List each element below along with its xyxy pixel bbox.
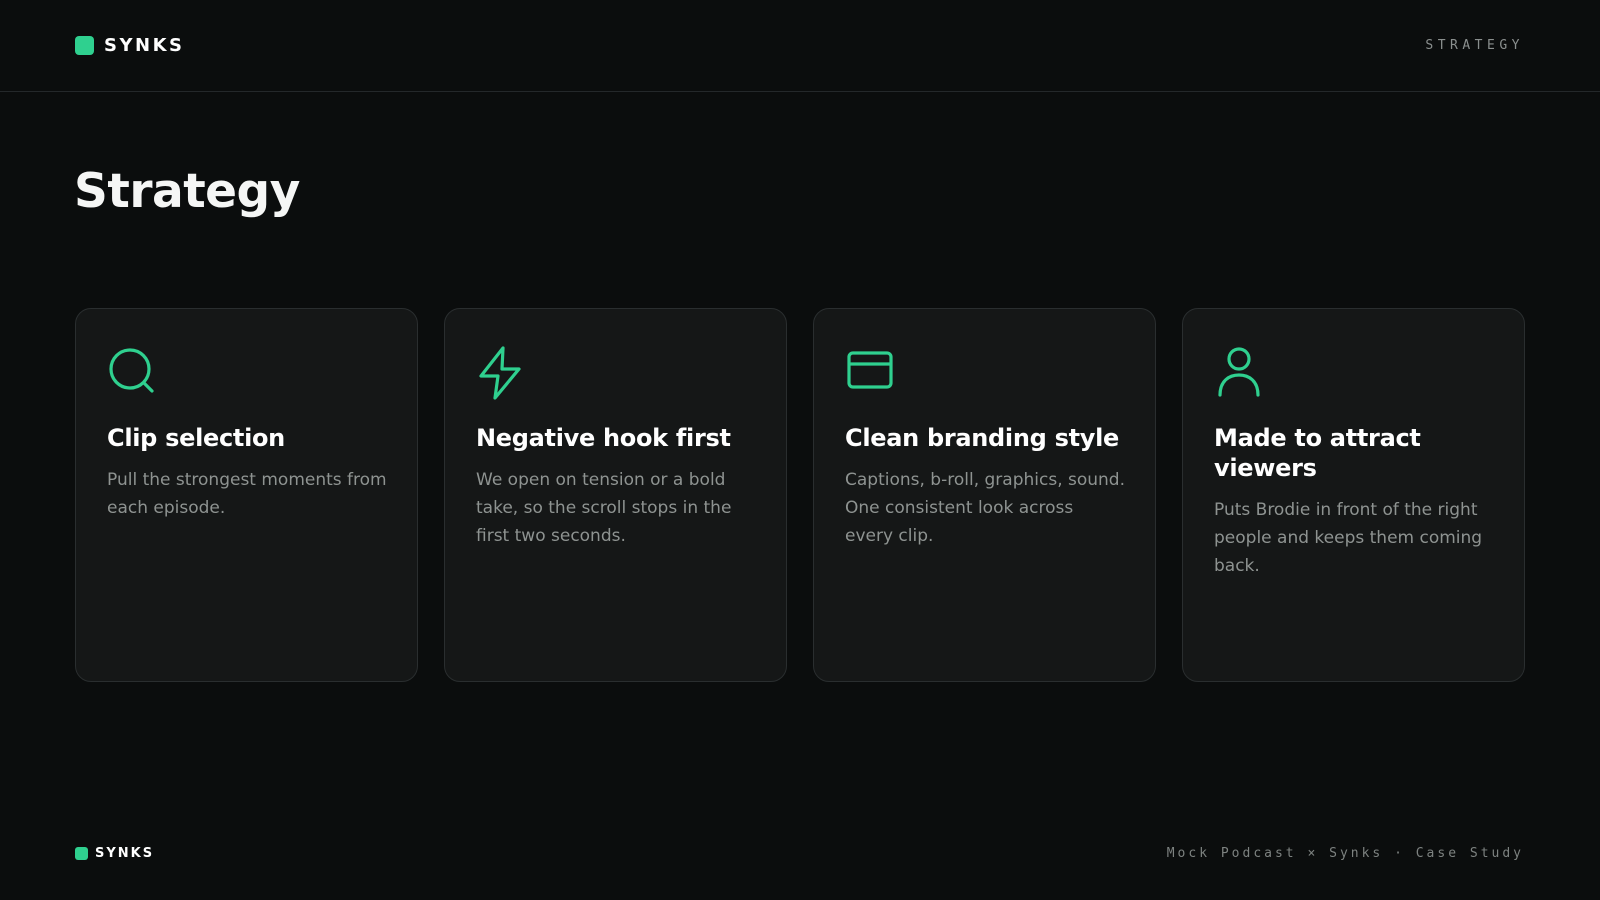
footer-brand: SYNKS xyxy=(75,846,154,861)
lightning-icon xyxy=(476,345,526,401)
card-negative-hook: Negative hook first We open on tension o… xyxy=(444,308,787,682)
brand-logo[interactable]: SYNKS xyxy=(75,35,184,56)
card-description: Captions, b-roll, graphics, sound. One c… xyxy=(845,470,1126,546)
brand-name: SYNKS xyxy=(104,35,185,56)
card-description: Puts Brodie in front of the right people… xyxy=(1214,500,1483,576)
card-description: Pull the strongest moments from each epi… xyxy=(107,470,387,518)
card-clip-selection: Clip selection Pull the strongest moment… xyxy=(75,308,418,682)
brand-mark-icon xyxy=(75,847,88,860)
card-title: Negative hook first xyxy=(476,424,731,452)
section-label: STRATEGY xyxy=(1425,38,1524,53)
card-clean-branding: Clean branding style Captions, b-roll, g… xyxy=(813,308,1156,682)
brand-mark-icon xyxy=(75,36,94,55)
window-icon xyxy=(845,345,895,401)
page-title: Strategy xyxy=(74,164,300,219)
top-bar: SYNKS STRATEGY xyxy=(0,0,1600,92)
card-title: Clean branding style xyxy=(845,424,1119,452)
footer-brand-name: SYNKS xyxy=(95,846,155,861)
card-description: We open on tension or a bold take, so th… xyxy=(476,470,732,546)
strategy-cards: Clip selection Pull the strongest moment… xyxy=(75,308,1525,682)
card-title: Made to attract viewers xyxy=(1214,424,1421,482)
card-attract-viewers: Made to attract viewers Puts Brodie in f… xyxy=(1182,308,1525,682)
search-icon xyxy=(107,345,157,401)
footer-caption: Mock Podcast × Synks · Case Study xyxy=(1166,846,1524,861)
user-icon xyxy=(1214,345,1264,401)
card-title: Clip selection xyxy=(107,424,285,452)
